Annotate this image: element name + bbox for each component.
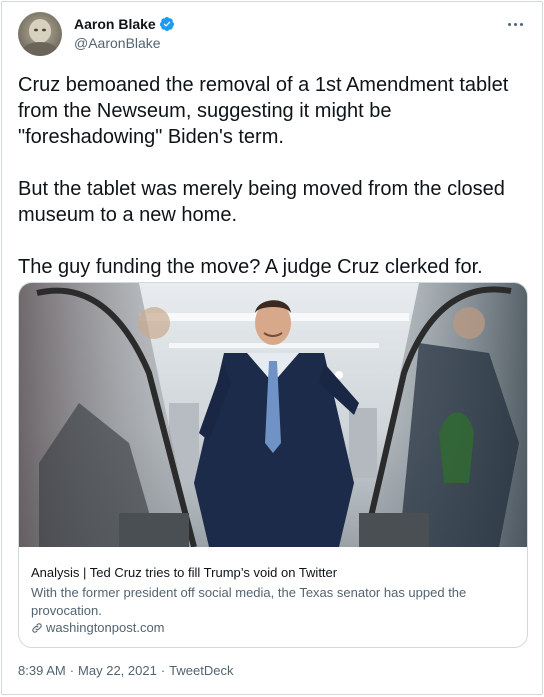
meta-separator: · [160,663,166,678]
link-preview-card[interactable]: Analysis | Ted Cruz tries to fill Trump’… [18,282,528,648]
senator-escalator-photo [19,283,527,547]
more-horizontal-icon [508,23,511,26]
card-title[interactable]: Analysis | Ted Cruz tries to fill Trump’… [31,564,517,581]
tweet-timestamp: 8:39 AM · May 22, 2021 · TweetDeck [18,663,233,678]
tweet-card: Aaron Blake @AaronBlake Cruz bemoaned th… [1,1,543,695]
avatar[interactable] [18,12,62,56]
author-name-row[interactable]: Aaron Blake [74,16,175,32]
card-description: With the former president off social med… [31,585,467,618]
meta-separator: · [69,663,75,678]
tweet-time-link[interactable]: 8:39 AM [18,663,66,678]
avatar-photo [22,19,58,56]
verified-badge-icon [159,17,174,31]
card-meta: Analysis | Ted Cruz tries to fill Trump’… [31,564,517,620]
card-image[interactable] [19,283,527,547]
author-display-name[interactable]: Aaron Blake [74,16,156,32]
tweet-source-link[interactable]: TweetDeck [169,663,233,678]
author-handle[interactable]: @AaronBlake [74,35,161,51]
tweet-text: Cruz bemoaned the removal of a 1st Amend… [18,74,509,278]
tweet-date-link[interactable]: May 22, 2021 [78,663,157,678]
card-domain-text: washingtonpost.com [46,620,165,635]
link-icon [32,622,42,633]
more-options-button[interactable] [506,14,526,34]
card-domain[interactable]: washingtonpost.com [31,620,165,635]
